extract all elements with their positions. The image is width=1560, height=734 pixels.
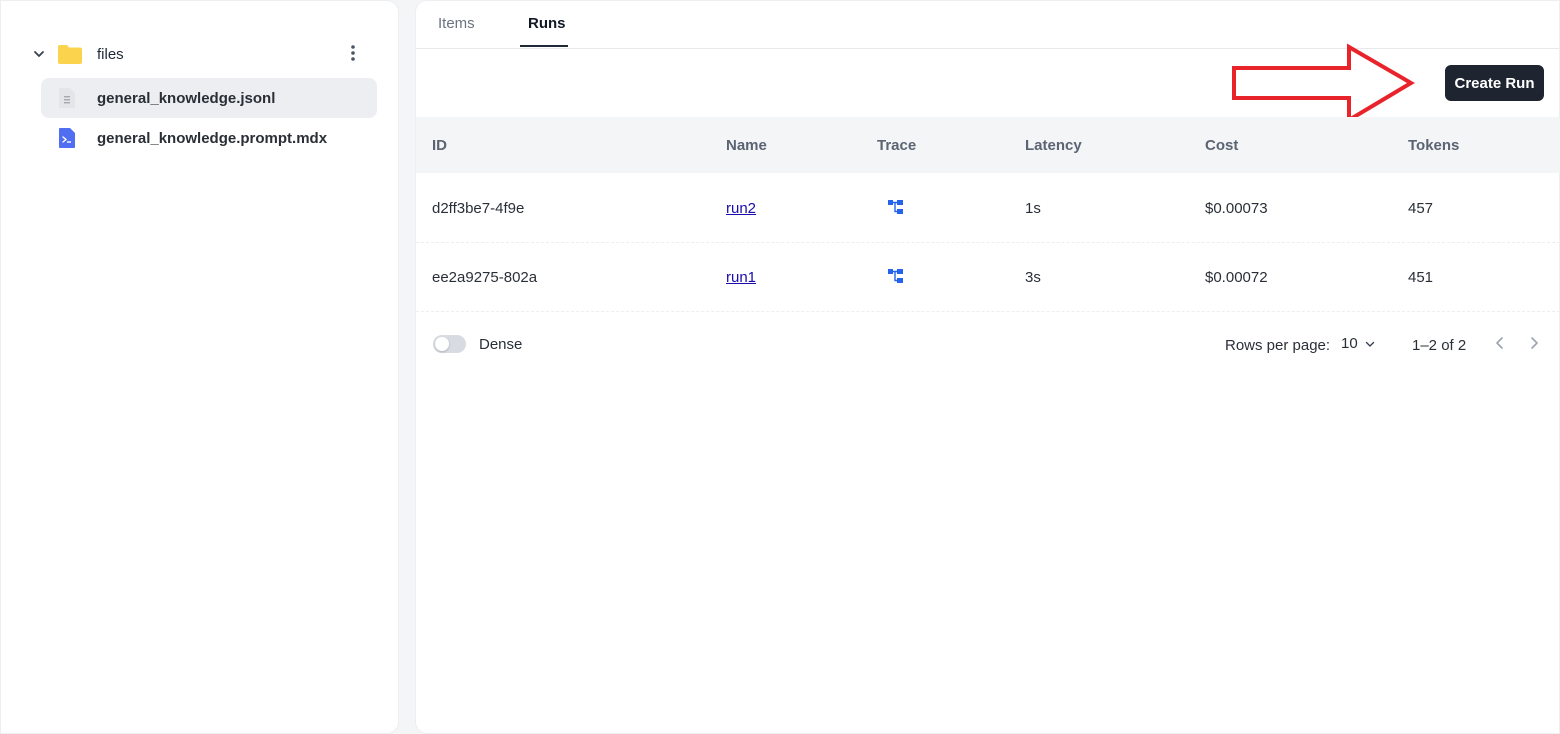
document-icon (57, 87, 77, 109)
folder-label: files (97, 45, 124, 63)
dense-toggle[interactable] (433, 335, 466, 353)
rows-per-page-value: 10 (1341, 335, 1358, 352)
create-run-button[interactable]: Create Run (1445, 65, 1544, 101)
column-header-name[interactable]: Name (726, 137, 767, 154)
previous-page-icon[interactable] (1492, 335, 1508, 356)
column-header-trace[interactable]: Trace (877, 137, 916, 154)
tab-items[interactable]: Items (438, 15, 475, 32)
prompt-file-icon (57, 127, 77, 149)
folder-icon (57, 43, 83, 65)
table-footer: Dense Rows per page: 10 1–2 of 2 (416, 321, 1560, 369)
pagination-info: 1–2 of 2 (1412, 337, 1467, 354)
run-cost: $0.00073 (1205, 200, 1268, 217)
run-tokens: 451 (1408, 269, 1434, 286)
column-header-cost[interactable]: Cost (1205, 137, 1238, 154)
file-label: general_knowledge.prompt.mdx (97, 129, 328, 147)
active-tab-indicator (520, 45, 568, 47)
tab-runs[interactable]: Runs (528, 15, 566, 32)
annotation-arrow-icon (1232, 43, 1415, 124)
file-sidebar: files general_knowledge.jsonl general_kn… (0, 0, 399, 734)
file-row-jsonl[interactable]: general_knowledge.jsonl (41, 78, 377, 118)
rows-per-page-label: Rows per page: (1225, 337, 1331, 354)
table-header: ID Name Trace Latency Cost Tokens (416, 117, 1560, 173)
run-id: ee2a9275-802a (432, 269, 538, 286)
run-name-link[interactable]: run2 (726, 200, 756, 217)
rows-per-page-select[interactable]: 10 (1341, 335, 1376, 352)
run-name-cell: run1 (726, 269, 756, 286)
more-options-icon[interactable] (351, 44, 355, 67)
run-latency: 1s (1025, 200, 1041, 217)
column-header-latency[interactable]: Latency (1025, 137, 1082, 154)
run-id: d2ff3be7-4f9e (432, 200, 525, 217)
trace-icon[interactable] (887, 199, 905, 220)
run-latency: 3s (1025, 269, 1041, 286)
run-cost: $0.00072 (1205, 269, 1268, 286)
run-name-cell: run2 (726, 200, 756, 217)
next-page-icon[interactable] (1526, 335, 1542, 356)
folder-row-files[interactable]: files (25, 34, 377, 74)
tab-bar: Items Runs (416, 1, 1559, 49)
file-row-prompt-mdx[interactable]: general_knowledge.prompt.mdx (41, 118, 377, 158)
trace-icon[interactable] (887, 268, 905, 289)
chevron-down-icon (1364, 338, 1376, 350)
table-row[interactable]: ee2a9275-802a run1 3s $0.00072 451 (416, 242, 1560, 312)
runs-panel: Items Runs Create Run ID Name Trace Late… (415, 0, 1560, 734)
run-name-link[interactable]: run1 (726, 269, 756, 286)
chevron-down-icon[interactable] (25, 48, 53, 60)
column-header-id[interactable]: ID (432, 137, 447, 154)
file-label: general_knowledge.jsonl (97, 89, 276, 107)
dense-label: Dense (479, 336, 523, 353)
run-tokens: 457 (1408, 200, 1434, 217)
table-row[interactable]: d2ff3be7-4f9e run2 1s $0.00073 457 (416, 173, 1560, 243)
toggle-knob (435, 337, 449, 351)
column-header-tokens[interactable]: Tokens (1408, 137, 1459, 154)
